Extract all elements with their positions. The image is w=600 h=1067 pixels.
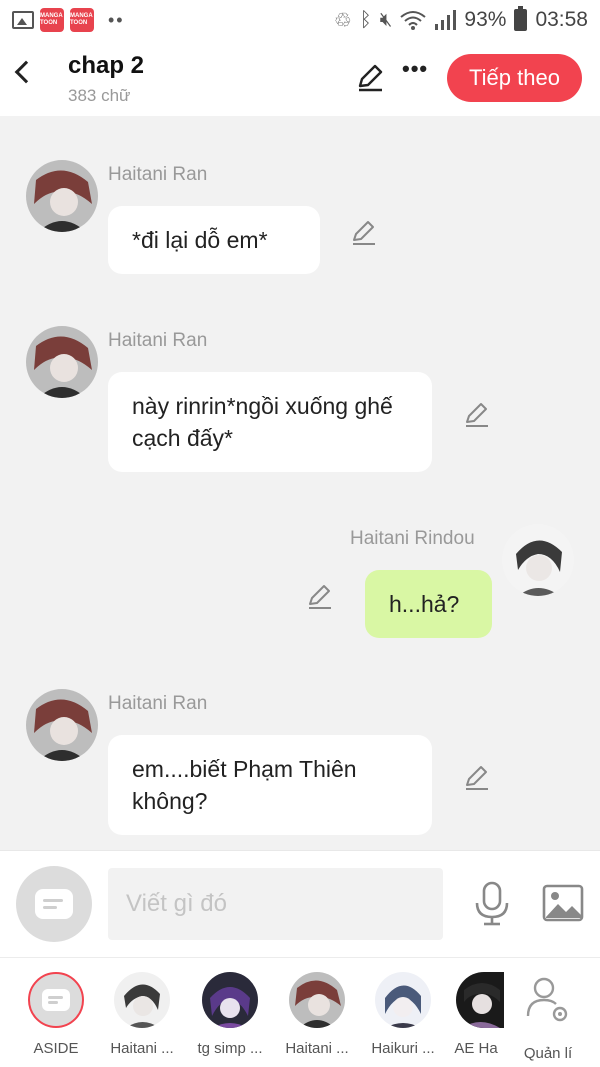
signal-icon [435,10,457,30]
aside-icon [42,989,70,1011]
next-chapter-button[interactable]: Tiếp theo [447,54,582,102]
image-picker-icon[interactable] [542,884,584,922]
aside-toggle-button[interactable] [16,866,92,942]
character-bar: ASIDE Haitani ... tg simp ... Haitani ..… [0,957,600,1067]
battery-icon [514,6,528,31]
sender-name: Haitani Rindou [350,528,475,549]
character-item[interactable]: tg simp ... [190,972,270,1057]
aside-icon [35,889,73,919]
character-item[interactable]: Haitani ... [277,972,357,1057]
character-avatar [375,972,431,1028]
recycle-icon: ♲ [333,9,352,32]
chapter-header: chap 2 383 chữ ••• Tiếp theo [0,40,600,116]
wifi-icon [400,11,427,30]
character-label: Haitani ... [285,1040,349,1057]
sender-name: Haitani Ran [108,330,208,351]
more-options-icon[interactable]: ••• [402,56,428,82]
avatar-haitani-ran[interactable] [26,689,98,761]
character-avatar [456,972,504,1028]
message-bubble-own[interactable]: h...hả? [365,570,492,638]
battery-percent: 93% [464,8,507,31]
avatar-haitani-rindou[interactable] [502,524,574,596]
character-label: Haitani ... [110,1040,174,1057]
aside-avatar [28,972,84,1028]
edit-message-icon[interactable] [306,582,334,610]
character-aside[interactable]: ASIDE [16,972,96,1057]
character-label: tg simp ... [197,1040,263,1057]
avatar-haitani-ran[interactable] [26,326,98,398]
edit-message-icon[interactable] [463,763,491,791]
edit-pencil-icon[interactable] [355,62,385,92]
character-item[interactable]: AE Ha [448,972,512,1057]
compose-bar [0,850,600,957]
message-bubble[interactable]: *đi lại dỗ em* [108,206,320,274]
status-bar: MANGA TOON MANGA TOON •• ♲ ᛒ 🔇︎ 93% 03:5… [0,0,600,40]
chapter-title: chap 2 [68,52,145,79]
character-avatar [202,972,258,1028]
manage-characters-button[interactable]: Quản lí [508,972,588,1062]
chat-area[interactable]: Haitani Ran *đi lại dỗ em* Haitani Ran n… [0,116,600,850]
character-label: Quản lí [523,1045,573,1062]
mangatoon-notification-icon: MANGA TOON [40,8,64,32]
message-bubble[interactable]: em....biết Phạm Thiên không? [108,735,432,835]
character-label: ASIDE [33,1040,79,1057]
word-count: 383 chữ [68,86,131,105]
mangatoon-notification-icon: MANGA TOON [70,8,94,32]
microphone-icon[interactable] [472,881,512,927]
character-avatar [289,972,345,1028]
edit-message-icon[interactable] [350,218,378,246]
message-input[interactable] [108,868,443,940]
sender-name: Haitani Ran [108,164,208,185]
character-item[interactable]: Haikuri ... [363,972,443,1057]
gallery-notification-icon [12,11,34,29]
bluetooth-icon: ᛒ [359,8,372,31]
character-avatar [114,972,170,1028]
character-item[interactable]: Haitani ... [102,972,182,1057]
mute-icon: 🔇︎ [379,8,393,31]
more-notifications-icon: •• [108,9,125,30]
edit-message-icon[interactable] [463,400,491,428]
message-bubble[interactable]: này rinrin*ngồi xuống ghế cạch đấy* [108,372,432,472]
sender-name: Haitani Ran [108,693,208,714]
character-label: Haikuri ... [371,1040,435,1057]
back-arrow-icon[interactable] [14,60,38,84]
avatar-haitani-ran[interactable] [26,160,98,232]
character-label: AE Ha [454,1040,498,1057]
user-settings-icon [526,977,568,1022]
clock: 03:58 [535,8,588,31]
